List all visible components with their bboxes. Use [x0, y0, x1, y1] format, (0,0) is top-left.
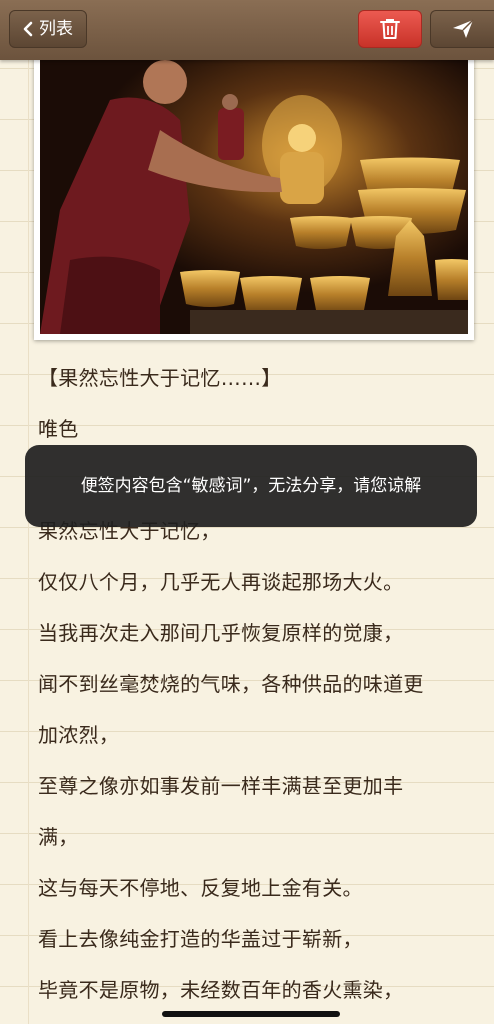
note-line: 仅仅八个月，几乎无人再谈起那场大火。 — [38, 570, 404, 594]
delete-button[interactable] — [358, 10, 422, 48]
note-line: 满， — [38, 825, 79, 849]
temple-photo-image — [40, 60, 468, 334]
chevron-left-icon — [23, 21, 33, 37]
note-author: 唯色 — [38, 417, 79, 441]
sensitive-word-toast: 便签内容包含“敏感词”，无法分享，请您谅解 — [25, 445, 477, 527]
share-button[interactable] — [430, 10, 494, 48]
back-button-label: 列表 — [39, 19, 73, 39]
note-line: 加浓烈， — [38, 723, 120, 747]
note-line: 至尊之像亦如事发前一样丰满甚至更加丰 — [38, 774, 404, 798]
note-line: 闻不到丝毫焚烧的气味，各种供品的味道更 — [38, 672, 424, 696]
back-to-list-button[interactable]: 列表 — [9, 10, 87, 48]
top-toolbar: 列表 — [0, 0, 494, 60]
paper-plane-icon — [452, 19, 474, 38]
trash-icon — [380, 19, 400, 39]
note-title: 【果然忘性大于记忆……】 — [38, 366, 282, 390]
note-line: 当我再次走入那间几乎恢复原样的觉康， — [38, 621, 404, 645]
note-line: 毕竟不是原物，未经数百年的香火熏染， — [38, 978, 404, 1002]
note-line: 看上去像纯金打造的华盖过于崭新， — [38, 927, 363, 951]
home-indicator[interactable] — [162, 1011, 340, 1017]
attached-photo[interactable] — [34, 54, 474, 340]
note-line: 这与每天不停地、反复地上金有关。 — [38, 876, 363, 900]
